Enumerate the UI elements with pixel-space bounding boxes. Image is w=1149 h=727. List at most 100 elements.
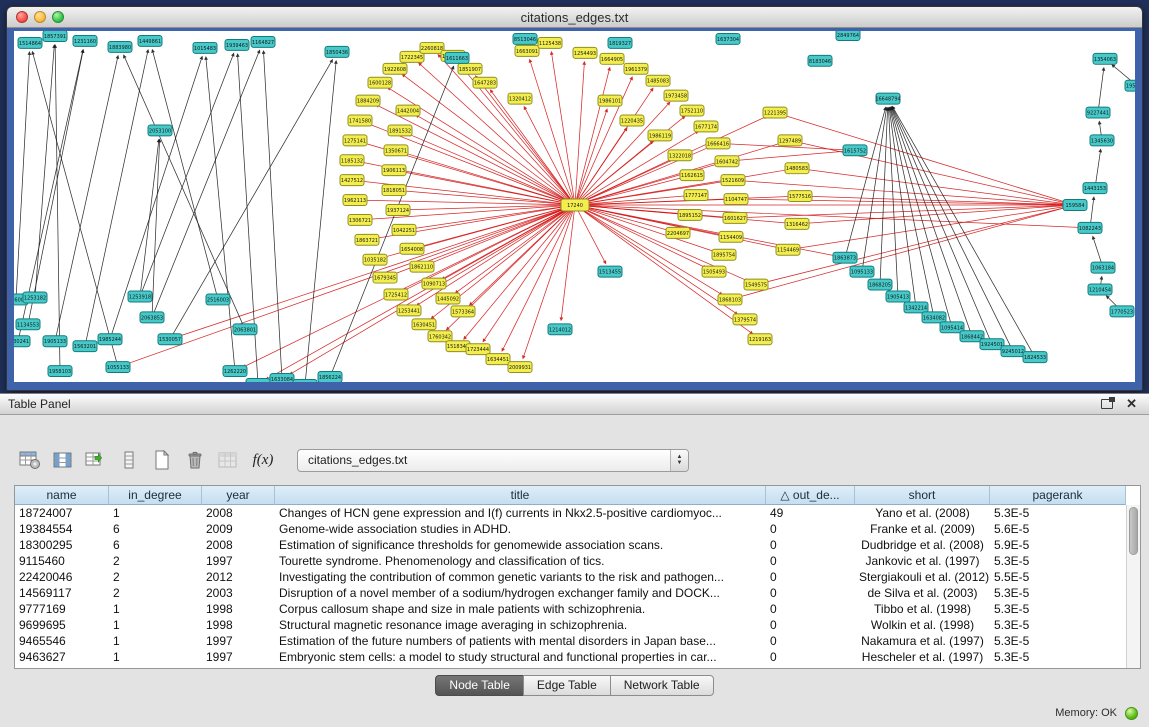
graph-node[interactable]: 1297489 (778, 135, 802, 146)
graph-node[interactable]: 9245012 (1001, 346, 1025, 357)
new-file-icon[interactable] (150, 448, 174, 472)
graph-node[interactable]: 1819327 (608, 37, 632, 48)
graph-node[interactable]: 1253441 (397, 305, 421, 316)
graph-node[interactable]: 1924501 (980, 339, 1004, 350)
graph-node[interactable]: 1015483 (193, 42, 217, 53)
import-table-icon[interactable] (216, 448, 240, 472)
graph-node[interactable]: 1863873 (833, 252, 857, 263)
vertical-scrollbar[interactable] (1126, 505, 1140, 668)
graph-node[interactable]: 1164827 (251, 36, 275, 47)
graph-node[interactable]: 1922608 (383, 63, 407, 74)
graph-node[interactable]: 1868205 (868, 279, 892, 290)
graph-node[interactable]: 1895152 (678, 209, 702, 220)
graph-node[interactable]: 1601627 (723, 212, 747, 223)
table-row[interactable]: 946362711997Embryonic stem cells: a mode… (15, 649, 1140, 665)
table-row[interactable]: 977716911998Corpus callosum shape and si… (15, 601, 1140, 617)
tab-network-table[interactable]: Network Table (610, 675, 714, 696)
table-row[interactable]: 969969511998Structural magnetic resonanc… (15, 617, 1140, 633)
graph-node[interactable]: 1905413 (886, 291, 910, 302)
graph-node[interactable]: 1090713 (422, 278, 446, 289)
window-titlebar[interactable]: citations_edges.txt (7, 7, 1142, 28)
graph-node[interactable]: 1320412 (508, 93, 532, 104)
graph-node[interactable]: 1634082 (922, 312, 946, 323)
graph-node[interactable]: 8513046 (513, 33, 537, 44)
graph-node[interactable]: 1777147 (684, 190, 708, 201)
graph-node[interactable]: 1985244 (98, 334, 122, 345)
graph-node[interactable]: 1851907 (458, 63, 482, 74)
graph-node[interactable]: 1573364 (451, 306, 475, 317)
tab-edge-table[interactable]: Edge Table (523, 675, 611, 696)
graph-node[interactable]: 1723444 (466, 344, 490, 355)
graph-node[interactable]: 1615752 (843, 145, 867, 156)
graph-node[interactable]: 1818051 (382, 185, 406, 196)
graph-node[interactable]: 1262220 (223, 366, 247, 377)
close-window-button[interactable] (16, 11, 28, 23)
graph-node[interactable]: 1134553 (16, 319, 40, 330)
graph-node[interactable]: 1354063 (1093, 53, 1117, 64)
minimize-window-button[interactable] (34, 11, 46, 23)
graph-node[interactable]: 1600128 (368, 77, 392, 88)
graph-node[interactable]: 1752110 (680, 105, 704, 116)
graph-node[interactable]: 159584 (1063, 200, 1087, 211)
table-row[interactable]: 1872400712008Changes of HCN gene express… (15, 505, 1140, 521)
graph-node[interactable]: 1666416 (706, 138, 730, 149)
column-header-name[interactable]: name (15, 486, 109, 505)
graph-node[interactable]: 1856224 (318, 372, 342, 382)
graph-node[interactable]: 1342214 (904, 302, 928, 313)
graph-node[interactable]: 1863721 (355, 234, 379, 245)
graph-node[interactable]: 1055133 (106, 362, 130, 373)
graph-node[interactable]: 1850436 (325, 46, 349, 57)
graph-node[interactable]: 1485083 (646, 75, 670, 86)
graph-node[interactable]: 1306721 (348, 214, 372, 225)
graph-node[interactable]: 1986119 (648, 130, 672, 141)
graph-node[interactable]: 1210454 (1088, 284, 1112, 295)
graph-node[interactable]: 1654008 (400, 243, 424, 254)
graph-node[interactable]: 1637304 (716, 33, 740, 44)
zoom-window-button[interactable] (52, 11, 64, 23)
graph-node[interactable]: 1664905 (600, 53, 624, 64)
graph-node[interactable]: 1219163 (748, 334, 772, 345)
graph-node[interactable]: 1322018 (668, 150, 692, 161)
graph-node[interactable]: 16648794 (875, 93, 900, 104)
graph-node[interactable]: 2063801 (233, 324, 257, 335)
row-tool-icon[interactable] (117, 448, 141, 472)
graph-node[interactable]: 1883980 (108, 41, 132, 52)
scrollbar-thumb[interactable] (1129, 507, 1138, 555)
graph-node[interactable]: 1663091 (515, 45, 539, 56)
graph-node[interactable]: 1939463 (225, 39, 249, 50)
graph-node[interactable]: 1275141 (343, 135, 367, 146)
graph-node[interactable]: 1986101 (598, 95, 622, 106)
graph-node[interactable]: 1760342 (428, 331, 452, 342)
graph-node[interactable]: 1220435 (620, 115, 644, 126)
graph-node[interactable]: 1937124 (386, 205, 410, 216)
network-canvas[interactable]: 1724018842091741580127514111851321427512… (14, 31, 1135, 382)
graph-node[interactable]: 1770523 (1110, 306, 1134, 317)
trash-icon[interactable] (183, 448, 207, 472)
network-file-select[interactable]: citations_edges.txt ▲▼ (297, 449, 689, 472)
table-row[interactable]: 2242004622012Investigating the contribut… (15, 569, 1140, 585)
graph-node[interactable]: 1633084 (270, 374, 294, 382)
graph-node[interactable]: 1906113 (382, 165, 406, 176)
table-row[interactable]: 1456911722003Disruption of a novel membe… (15, 585, 1140, 601)
graph-node[interactable]: 1725412 (384, 289, 408, 300)
graph-node[interactable]: 1379574 (733, 314, 757, 325)
graph-node[interactable]: 1824533 (1023, 352, 1047, 363)
float-panel-icon[interactable] (1101, 399, 1113, 409)
graph-node[interactable]: 1082243 (1078, 222, 1102, 233)
graph-node[interactable]: 2009931 (508, 362, 532, 373)
graph-node[interactable]: 1445092 (436, 293, 460, 304)
graph-node[interactable]: 1884209 (356, 95, 380, 106)
graph-node[interactable]: 17240 (561, 199, 589, 211)
graph-node[interactable]: 1443153 (1083, 183, 1107, 194)
graph-node[interactable]: 1521609 (721, 175, 745, 186)
graph-node[interactable]: 1961379 (624, 63, 648, 74)
graph-node[interactable]: 1895754 (712, 249, 736, 260)
graph-node[interactable]: 1611663 (445, 52, 469, 63)
add-column-icon[interactable] (84, 448, 108, 472)
graph-node[interactable]: 1563201 (73, 341, 97, 352)
graph-node[interactable]: 1345630 (1090, 135, 1114, 146)
graph-node[interactable]: 1185132 (340, 155, 364, 166)
column-header-title[interactable]: title (275, 486, 766, 505)
graph-node[interactable]: 1350671 (384, 145, 408, 156)
graph-node[interactable]: 2204697 (666, 227, 690, 238)
